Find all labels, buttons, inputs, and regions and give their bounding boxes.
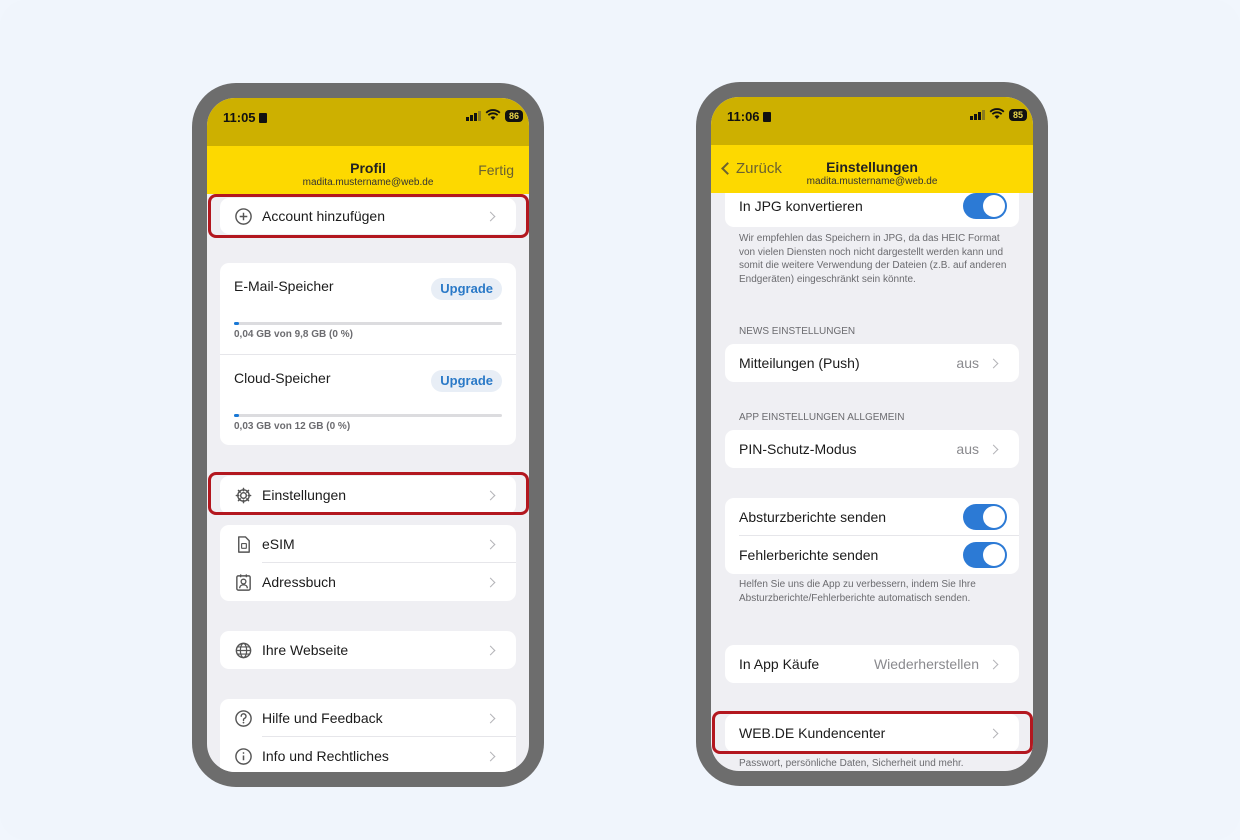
jpg-toggle[interactable]: [963, 193, 1007, 219]
website-row[interactable]: Ihre Webseite: [220, 631, 516, 669]
signal-icon: [970, 110, 985, 120]
info-row[interactable]: Info und Rechtliches: [220, 737, 516, 772]
screen-profile: 11:05 86 Profil madita.mustername@web.de…: [207, 98, 529, 772]
help-label: Hilfe und Feedback: [262, 710, 383, 726]
background: [0, 0, 1240, 840]
navigation-bar: Zurück Einstellungen madita.mustername@w…: [711, 145, 1033, 193]
email-upgrade-button[interactable]: Upgrade: [431, 278, 502, 300]
signal-icon: [466, 111, 481, 121]
crash-reports-toggle[interactable]: [963, 504, 1007, 530]
email-storage-bar: [234, 322, 502, 325]
question-circle-icon: [235, 709, 252, 727]
website-label: Ihre Webseite: [262, 642, 349, 658]
status-bar: 11:06 85: [711, 97, 1033, 145]
restore-purchases-value: Wiederherstellen: [873, 656, 979, 672]
cloud-storage-title: Cloud-Speicher: [234, 370, 331, 386]
app-section-header: APP EINSTELLUNGEN ALLGEMEIN: [739, 412, 905, 423]
reports-note: Helfen Sie uns die App zu verbessern, in…: [739, 579, 976, 604]
email-storage-title: E-Mail-Speicher: [234, 278, 334, 294]
phone-frame-settings: In JPG konvertieren Wir empfehlen das Sp…: [696, 82, 1048, 786]
wifi-icon: [485, 109, 501, 120]
in-app-purchases-row[interactable]: In App Käufe Wiederherstellen: [725, 645, 1019, 683]
account-email: madita.mustername@web.de: [806, 176, 938, 187]
cloud-storage-usage: 0,03 GB von 12 GB (0 %): [234, 421, 351, 432]
push-value: aus: [956, 355, 979, 371]
chevron-right-icon: [988, 444, 999, 454]
esim-addressbook-card: eSIM Adressbuch: [220, 525, 516, 601]
contact-card-icon: [236, 573, 251, 591]
phone-frame-profile: 11:05 86 Profil madita.mustername@web.de…: [192, 83, 544, 787]
email-storage-fill: [234, 322, 240, 325]
lock-icon: [258, 113, 267, 123]
pin-row[interactable]: PIN-Schutz-Modus aus: [725, 430, 1019, 468]
help-row[interactable]: Hilfe und Feedback: [220, 699, 516, 737]
esim-row[interactable]: eSIM: [220, 525, 516, 563]
error-reports-label: Fehlerberichte senden: [739, 547, 879, 563]
in-app-purchases-label: In App Käufe: [739, 656, 820, 672]
navigation-bar: Profil madita.mustername@web.de Fertig: [207, 146, 529, 194]
news-card: Mitteilungen (Push) aus: [725, 344, 1019, 382]
done-button[interactable]: Fertig: [478, 162, 514, 178]
highlight-add-account: [208, 194, 529, 238]
info-label: Info und Rechtliches: [262, 748, 389, 764]
info-circle-icon: [235, 747, 252, 765]
chevron-right-icon: [485, 751, 496, 761]
globe-icon: [235, 642, 252, 658]
cloud-storage-fill: [234, 414, 240, 417]
page-title: Einstellungen: [826, 159, 918, 175]
chevron-right-icon: [485, 713, 496, 723]
help-info-card: Hilfe und Feedback Info und Rechtliches: [220, 699, 516, 772]
account-email: madita.mustername@web.de: [302, 177, 434, 188]
esim-label: eSIM: [262, 536, 295, 552]
address-book-label: Adressbuch: [262, 574, 336, 590]
battery-indicator: 85: [1009, 109, 1027, 121]
wifi-icon: [989, 108, 1005, 119]
jpg-note: Wir empfehlen das Speichern in JPG, da d…: [739, 233, 1007, 285]
kundencenter-note: Passwort, persönliche Daten, Sicherheit …: [739, 758, 964, 769]
error-reports-toggle[interactable]: [963, 542, 1007, 568]
highlight-settings: [208, 472, 529, 515]
email-storage-usage: 0,04 GB von 9,8 GB (0 %): [234, 329, 353, 340]
divider: [220, 354, 516, 355]
chevron-right-icon: [485, 645, 496, 655]
lock-icon: [762, 112, 771, 122]
chevron-right-icon: [988, 659, 999, 669]
cloud-storage-bar: [234, 414, 502, 417]
push-label: Mitteilungen (Push): [739, 355, 860, 371]
chevron-right-icon: [485, 577, 496, 587]
jpg-label: In JPG konvertieren: [739, 198, 863, 214]
error-reports-row: Fehlerberichte senden: [725, 536, 1019, 574]
pin-value: aus: [956, 441, 979, 457]
battery-indicator: 86: [505, 110, 523, 122]
pin-card: PIN-Schutz-Modus aus: [725, 430, 1019, 468]
news-section-header: NEWS EINSTELLUNGEN: [739, 326, 856, 337]
status-time: 11:06: [727, 109, 771, 124]
crash-reports-row: Absturzberichte senden: [725, 498, 1019, 536]
storage-card: E-Mail-Speicher Upgrade 0,04 GB von 9,8 …: [220, 263, 516, 445]
pin-label: PIN-Schutz-Modus: [739, 441, 857, 457]
chevron-right-icon: [988, 358, 999, 368]
status-time: 11:05: [223, 110, 267, 125]
in-app-purchases-card: In App Käufe Wiederherstellen: [725, 645, 1019, 683]
reports-card: Absturzberichte senden Fehlerberichte se…: [725, 498, 1019, 574]
website-card: Ihre Webseite: [220, 631, 516, 669]
sim-card-icon: [238, 535, 250, 553]
chevron-right-icon: [485, 539, 496, 549]
address-book-row[interactable]: Adressbuch: [220, 563, 516, 601]
crash-reports-label: Absturzberichte senden: [739, 509, 887, 525]
push-row[interactable]: Mitteilungen (Push) aus: [725, 344, 1019, 382]
screen-settings: In JPG konvertieren Wir empfehlen das Sp…: [711, 97, 1033, 771]
status-bar: 11:05 86: [207, 98, 529, 146]
cloud-upgrade-button[interactable]: Upgrade: [431, 370, 502, 392]
highlight-kundencenter: [712, 711, 1033, 754]
